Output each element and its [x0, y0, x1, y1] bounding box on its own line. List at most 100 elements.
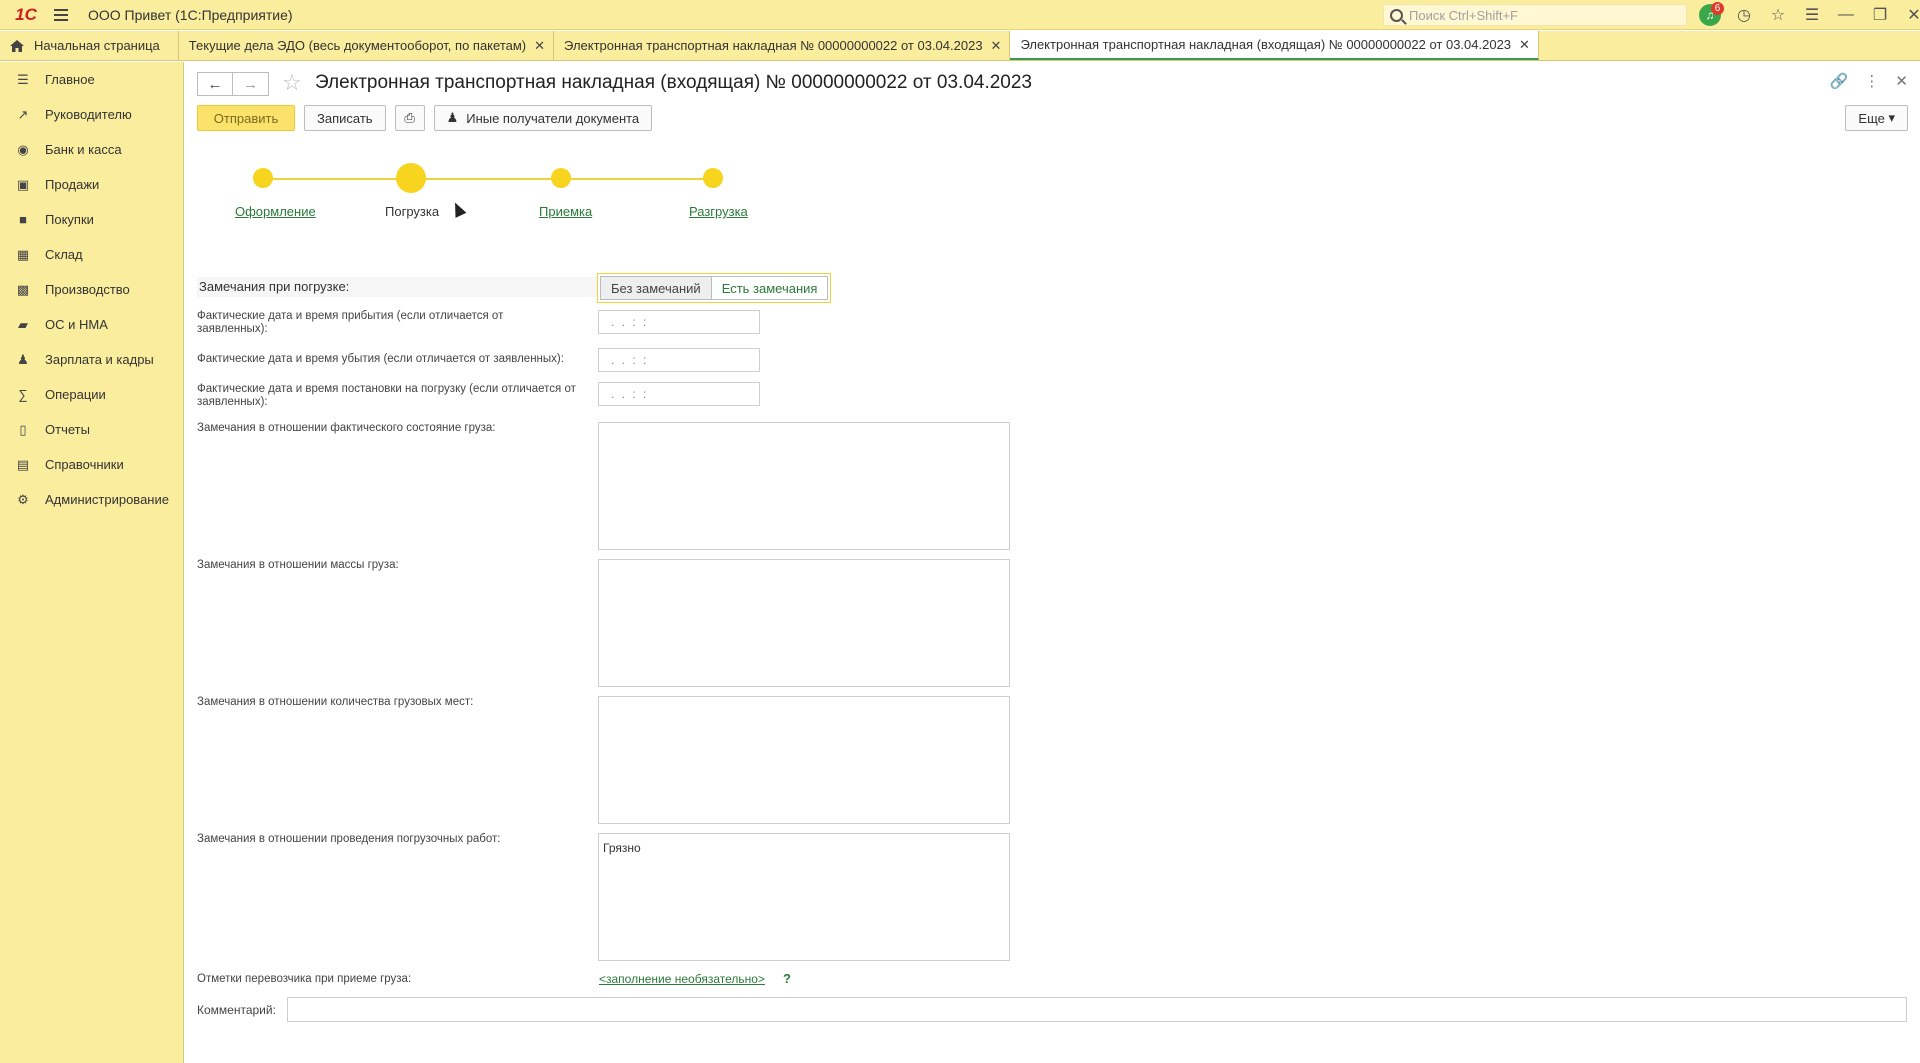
process-stepper: Оформление Погрузка Приемка Разгрузка — [235, 152, 755, 219]
bar-chart-icon: ▯ — [19, 421, 27, 437]
person-icon: ♟ — [17, 351, 29, 367]
step-dot-loading[interactable] — [396, 163, 426, 193]
help-icon[interactable]: ? — [783, 971, 791, 986]
books-icon: ▤ — [16, 456, 30, 472]
sidebar-item-production[interactable]: ▩ Производство — [0, 272, 183, 307]
step-dot-acceptance[interactable] — [551, 168, 571, 188]
coin-icon: ◉ — [17, 141, 29, 157]
step-dot-unloading[interactable] — [703, 168, 723, 188]
sidebar-item-assets[interactable]: ▰ ОС и НМА — [0, 307, 183, 342]
step-link-unloading[interactable]: Разгрузка — [689, 204, 748, 219]
sidebar-item-admin[interactable]: ⚙ Администрирование — [0, 482, 183, 517]
step-dot-formalization[interactable] — [253, 168, 273, 188]
back-button[interactable]: ← — [197, 72, 233, 96]
tab-label: Электронная транспортная накладная (вход… — [1020, 37, 1512, 52]
close-tab-icon[interactable]: ✕ — [991, 38, 1002, 54]
close-tab-icon[interactable]: ✕ — [1519, 37, 1530, 53]
toolbar: Отправить Записать ⎙ ♟ Иные получатели до… — [197, 105, 653, 131]
factory-icon: ▩ — [16, 281, 30, 297]
sidebar: ☰ Главное ↗ Руководителю ◉ Банк и касса ▣ Пр… — [0, 62, 184, 1063]
navigation-buttons: ← → — [197, 72, 269, 96]
remarks-label: Замечания при погрузке: — [197, 277, 597, 297]
1c-logo: 1С — [15, 4, 37, 24]
search-box[interactable] — [1383, 4, 1687, 26]
sidebar-item-label: Покупки — [45, 212, 94, 227]
sidebar-item-reports[interactable]: ▯ Отчеты — [0, 412, 183, 447]
search-input[interactable] — [1409, 7, 1679, 23]
works-label: Замечания в отношении проведения погрузо… — [197, 833, 501, 845]
settings-lines-icon[interactable]: ☰ — [1795, 0, 1829, 30]
people-icon: ♟ — [446, 110, 459, 125]
print-button[interactable]: ⎙ — [394, 105, 425, 131]
departure-datetime-input[interactable]: . . : : — [598, 348, 760, 372]
sidebar-item-sales[interactable]: ▣ Продажи — [0, 167, 183, 202]
notifications-button[interactable]: ♫ 6 — [1693, 0, 1727, 30]
app-title: ООО Привет (1С:Предприятие) — [88, 6, 293, 23]
save-button[interactable]: Записать — [304, 105, 386, 131]
sidebar-item-manager[interactable]: ↗ Руководителю — [0, 97, 183, 132]
no-remarks-option[interactable]: Без замечаний — [600, 276, 712, 300]
tab-label: Начальная страница — [34, 38, 160, 53]
sidebar-item-warehouse[interactable]: ▦ Склад — [0, 237, 183, 272]
arrival-datetime-input[interactable]: . . : : — [598, 310, 760, 334]
sidebar-item-operations[interactable]: ∑ Операции — [0, 377, 183, 412]
more-button[interactable]: Еще ▾ — [1845, 105, 1908, 131]
printer-icon: ⎙ — [404, 110, 415, 125]
sidebar-item-bank[interactable]: ◉ Банк и касса — [0, 132, 183, 167]
minimize-icon[interactable]: — — [1829, 0, 1863, 30]
comment-input[interactable] — [287, 997, 1907, 1022]
tab-edo-tasks[interactable]: Текущие дела ЭДО (весь документооборот, … — [178, 31, 555, 60]
has-remarks-option[interactable]: Есть замечания — [711, 276, 829, 300]
trend-icon: ↗ — [17, 106, 29, 122]
grid-icon: ▦ — [16, 246, 30, 262]
forward-button[interactable]: → — [233, 72, 269, 96]
title-bar: 1С ООО Привет (1С:Предприятие) ♫ 6 ◷ ☆ ☰… — [0, 0, 1920, 30]
loading-datetime-input[interactable]: . . : : — [598, 382, 760, 406]
step-link-acceptance[interactable]: Приемка — [539, 204, 592, 219]
loading-label: Фактические дата и время постановки на п… — [197, 383, 576, 408]
sidebar-item-label: Отчеты — [45, 422, 90, 437]
close-form-icon[interactable]: ✕ — [1895, 72, 1908, 90]
close-window-icon[interactable]: ✕ — [1897, 0, 1920, 30]
arrival-label: Фактические дата и время прибытия (если … — [197, 310, 504, 335]
sidebar-item-salary[interactable]: ♟ Зарплата и кадры — [0, 342, 183, 377]
sidebar-item-label: Справочники — [45, 457, 124, 472]
stepper-line — [263, 178, 713, 180]
history-icon[interactable]: ◷ — [1727, 0, 1761, 30]
link-icon[interactable]: 🔗 — [1830, 72, 1849, 90]
sidebar-item-label: ОС и НМА — [45, 317, 108, 332]
titlebar-icons: ♫ 6 ◷ ☆ ☰ — ❐ ✕ — [1693, 0, 1920, 30]
comment-label: Комментарий: — [197, 1003, 276, 1017]
sidebar-item-label: Зарплата и кадры — [45, 352, 154, 367]
remarks-radio-group: Без замечаний Есть замечания — [597, 273, 832, 303]
main-menu-icon[interactable] — [46, 0, 76, 30]
notification-badge: 6 — [1711, 2, 1724, 15]
sidebar-item-catalogs[interactable]: ▤ Справочники — [0, 447, 183, 482]
sidebar-item-label: Главное — [45, 72, 95, 87]
menu-lines-icon: ☰ — [17, 71, 29, 87]
departure-label: Фактические дата и время убытия (если от… — [197, 353, 564, 365]
places-remarks-textarea[interactable] — [598, 696, 1010, 824]
carrier-marks-link[interactable]: <заполнение необязательно> — [599, 972, 765, 986]
tab-waybill-incoming[interactable]: Электронная транспортная накладная (вход… — [1010, 31, 1539, 60]
tab-waybill[interactable]: Электронная транспортная накладная № 000… — [554, 31, 1011, 60]
step-link-formalization[interactable]: Оформление — [235, 204, 316, 219]
sidebar-item-purchases[interactable]: ■ Покупки — [0, 202, 183, 237]
more-vertical-icon[interactable]: ⋮ — [1864, 72, 1879, 90]
other-recipients-button[interactable]: ♟ Иные получатели документа — [433, 105, 653, 131]
sidebar-item-label: Банк и касса — [45, 142, 122, 157]
works-remarks-textarea[interactable]: Грязно — [598, 833, 1010, 961]
mass-remarks-textarea[interactable] — [598, 559, 1010, 687]
tab-home[interactable]: Начальная страница — [0, 31, 179, 60]
form-top-icons: 🔗 ⋮ ✕ — [1830, 72, 1908, 90]
sidebar-item-label: Склад — [45, 247, 83, 262]
favorites-star-icon[interactable]: ☆ — [1761, 0, 1795, 30]
close-tab-icon[interactable]: ✕ — [534, 38, 545, 54]
maximize-icon[interactable]: ❐ — [1863, 0, 1897, 30]
send-button[interactable]: Отправить — [197, 105, 295, 131]
truck-icon: ▰ — [18, 316, 28, 332]
sidebar-item-main[interactable]: ☰ Главное — [0, 62, 183, 97]
favorite-star-icon[interactable]: ☆ — [282, 70, 302, 96]
condition-remarks-textarea[interactable] — [598, 422, 1010, 550]
carrier-marks-label: Отметки перевозчика при приеме груза: — [197, 973, 412, 985]
